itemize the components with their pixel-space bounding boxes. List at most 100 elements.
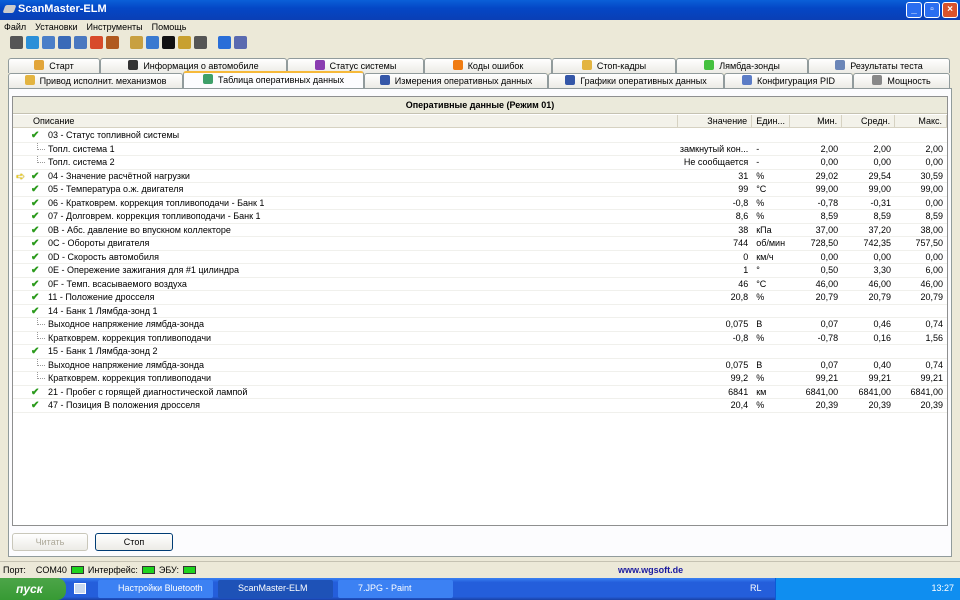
- show-desktop-icon[interactable]: [74, 583, 86, 594]
- table-row[interactable]: ➪ ✔ 04 - Значение расчётной нагрузки 31% 29,…: [13, 170, 947, 183]
- menu-tools[interactable]: Инструменты: [87, 22, 143, 32]
- table-icon[interactable]: [58, 36, 71, 49]
- close-button[interactable]: ×: [942, 2, 958, 18]
- table-row[interactable]: Выходное напряжение лямбда-зонда 0,075 В 0,…: [13, 358, 947, 372]
- table-row[interactable]: ✔ 21 - Пробег с горящей диагностической л…: [13, 386, 947, 399]
- cell-unit: В: [756, 359, 763, 370]
- table-row[interactable]: ✔ 0D - Скорость автомобиля 0 км/ч 0,00 0,00 0,…: [13, 251, 947, 264]
- maximize-button[interactable]: ▫: [924, 2, 940, 18]
- tab-tabs_row1-6[interactable]: Результаты теста: [808, 58, 950, 73]
- cell-unit: %: [756, 197, 765, 208]
- col-max[interactable]: Макс.: [895, 115, 948, 128]
- person-icon[interactable]: [106, 36, 119, 49]
- table-row[interactable]: ✔ 14 - Банк 1 Лямбда-зонд 1: [13, 305, 947, 318]
- col-value[interactable]: Значение: [678, 115, 753, 128]
- tab-tabs_row2-1[interactable]: Таблица оперативных данных: [183, 71, 364, 88]
- website-link[interactable]: www.wgsoft.de: [618, 565, 683, 575]
- read-button[interactable]: Читать: [12, 533, 88, 551]
- cell-unit: -: [756, 157, 760, 167]
- table-row[interactable]: ✔ 0B - Абс. давление во впускном коллекто…: [13, 224, 947, 237]
- globe-icon[interactable]: [26, 36, 39, 49]
- app-logo-icon: [2, 5, 17, 13]
- table-row[interactable]: Топл. система 2 Не сообщается - 0,00 0,00 0,0…: [13, 156, 947, 170]
- cell-unit: -: [756, 143, 760, 154]
- table-row[interactable]: ✔ 15 - Банк 1 Лямбда-зонд 2: [13, 345, 947, 359]
- table-row[interactable]: Выходное напряжение лямбда-зонда 0,075 В 0,…: [13, 318, 947, 332]
- tab-label: Конфигурация PID: [757, 76, 835, 86]
- tab-tabs_row2-4[interactable]: Конфигурация PID: [724, 73, 853, 88]
- cell-value: 0,075: [725, 359, 749, 370]
- tab-label: Привод исполнит. механизмов: [39, 76, 167, 86]
- table-row[interactable]: ✔ 03 - Статус топливной системы: [13, 129, 947, 143]
- cell-value: -0,8: [732, 332, 749, 343]
- cell-value: 1: [743, 265, 749, 275]
- col-min[interactable]: Мин.: [790, 115, 843, 128]
- tab-label: Графики оперативных данных: [580, 76, 707, 86]
- terminal-icon[interactable]: [162, 36, 175, 49]
- table-row[interactable]: ✔ 05 - Температура о.ж. двигателя 99 °C 99,0…: [13, 183, 947, 197]
- task-paint[interactable]: 7.JPG - Paint: [338, 580, 453, 598]
- table-row[interactable]: ✔ 0E - Опережение зажигания для #1 цилинд…: [13, 264, 947, 278]
- col-avg[interactable]: Средн.: [842, 115, 896, 128]
- clipboard-icon[interactable]: [130, 36, 143, 49]
- menu-file[interactable]: Файл: [4, 22, 26, 32]
- col-description[interactable]: Описание: [13, 115, 679, 128]
- start-button[interactable]: пуск: [0, 578, 66, 600]
- table-row[interactable]: ✔ 0F - Темп. всасываемого воздуха 46 °C 46,0…: [13, 278, 947, 291]
- cell-avg: 0,00: [873, 157, 892, 167]
- tab-tabs_row1-3[interactable]: Коды ошибок: [424, 58, 552, 73]
- table-row[interactable]: Кратковрем. коррекция топливоподачи 99,2%…: [13, 372, 947, 386]
- task-bluetooth[interactable]: Настройки Bluetooth: [98, 580, 213, 598]
- chart-icon[interactable]: [74, 36, 87, 49]
- tab-tabs_row2-0[interactable]: Привод исполнит. механизмов: [8, 73, 183, 88]
- chat-icon[interactable]: [146, 36, 159, 49]
- tab-tabs_row1-4[interactable]: Стоп-кадры: [552, 58, 676, 73]
- system-tray: 13:27: [775, 578, 960, 600]
- clock: 13:27: [931, 583, 954, 593]
- tab-tabs_row2-5[interactable]: Мощность: [853, 73, 950, 88]
- table-row[interactable]: ✔ 11 - Положение дросселя 20,8% 20,79 20,79 2…: [13, 291, 947, 305]
- table-row[interactable]: ✔ 47 - Позиция В положения дросселя 20,4% 2…: [13, 399, 947, 413]
- tab-label: Статус системы: [329, 61, 397, 71]
- cell-min: 0,50: [820, 265, 839, 275]
- cell-min: 728,50: [810, 238, 839, 248]
- cell-min: 37,00: [815, 224, 839, 235]
- port-led-icon: [70, 565, 84, 574]
- puzzle-icon[interactable]: [90, 36, 103, 49]
- status-bar: Порт: COM40 Интерфейс: ЭБУ: www.wgsoft.d…: [0, 561, 960, 577]
- cell-description: Топл. система 1: [48, 143, 115, 154]
- menu-settings[interactable]: Установки: [35, 22, 77, 32]
- check-icon: ✔: [31, 130, 40, 141]
- document-icon[interactable]: [42, 36, 55, 49]
- cell-value: замкнутый кон...: [679, 143, 749, 154]
- battery-icon[interactable]: [178, 36, 191, 49]
- table-title: Оперативные данные (Режим 01): [13, 97, 947, 114]
- gauge-icon[interactable]: [194, 36, 207, 49]
- menu-help[interactable]: Помощь: [152, 22, 187, 32]
- tab-tabs_row1-0[interactable]: Старт: [8, 58, 100, 73]
- exit-icon[interactable]: [234, 36, 247, 49]
- task-scanmaster[interactable]: ScanMaster-ELM: [218, 580, 333, 598]
- col-unit[interactable]: Един...: [752, 115, 791, 128]
- cell-max: [895, 345, 947, 358]
- stop-button[interactable]: Стоп: [95, 533, 173, 551]
- table-row[interactable]: ✔ 07 - Долговрем. коррекция топливоподачи…: [13, 210, 947, 224]
- cell-unit: [752, 345, 790, 358]
- tab-tabs_row2-2[interactable]: Измерения оперативных данных: [364, 73, 548, 88]
- cell-value: -0,8: [732, 197, 749, 208]
- table-row[interactable]: Кратковрем. коррекция топливоподачи -0,8%…: [13, 331, 947, 345]
- tree-line: [37, 142, 45, 150]
- tab-tabs_row2-3[interactable]: Графики оперативных данных: [548, 73, 724, 88]
- minimize-button[interactable]: _: [906, 2, 922, 18]
- power-icon: [872, 75, 883, 85]
- tab-tabs_row1-5[interactable]: Лямбда-зонды: [676, 58, 808, 73]
- info-icon[interactable]: [218, 36, 231, 49]
- cell-avg: 0,00: [873, 251, 892, 262]
- table-row[interactable]: ✔ 0C - Обороты двигателя 744 об/мин 728,50 74…: [13, 237, 947, 251]
- table-row[interactable]: Топл. система 1 замкнутый кон... - 2,00 2,00…: [13, 142, 947, 156]
- connect-icon[interactable]: [10, 36, 23, 49]
- table-row[interactable]: ✔ 06 - Кратковрем. коррекция топливоподач…: [13, 197, 947, 210]
- tree-line: [37, 331, 45, 339]
- cell-min: 29,02: [815, 170, 839, 181]
- language-indicator[interactable]: RL: [750, 583, 762, 593]
